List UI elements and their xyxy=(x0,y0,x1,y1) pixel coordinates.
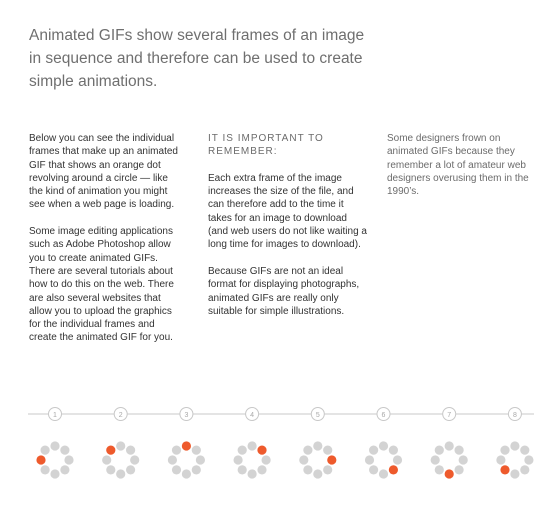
dot xyxy=(247,469,257,479)
paragraph: Below you can see the individual frames … xyxy=(29,133,178,211)
frame-number: 6 xyxy=(382,412,386,419)
dot xyxy=(430,455,440,465)
dot xyxy=(454,465,464,475)
dot xyxy=(237,445,247,455)
frame-dot-rings xyxy=(36,441,534,479)
paragraph: Because GIFs are not an ideal format for… xyxy=(208,265,360,317)
dot xyxy=(369,445,379,455)
active-dot xyxy=(181,441,191,451)
frame-ring xyxy=(496,441,534,479)
dot xyxy=(500,445,510,455)
dot xyxy=(171,465,182,475)
dot xyxy=(257,465,267,475)
dot xyxy=(261,455,271,465)
frame-number: 7 xyxy=(447,412,451,419)
frame-number: 2 xyxy=(119,412,123,419)
dot xyxy=(64,455,74,465)
animation-frames-strip: 1 2 3 4 5 6 7 8 xyxy=(28,407,534,479)
dot xyxy=(247,441,257,451)
dot xyxy=(444,441,454,451)
dot xyxy=(323,445,333,455)
column-1: Below you can see the individual frames … xyxy=(29,132,184,358)
dot xyxy=(520,465,530,475)
paragraph: Some image editing applications such as … xyxy=(29,226,174,344)
frame-number: 1 xyxy=(53,412,57,419)
dot xyxy=(60,445,70,455)
dot xyxy=(191,465,201,475)
dot xyxy=(378,441,389,451)
dot xyxy=(233,455,243,465)
dot xyxy=(116,441,126,451)
dot xyxy=(126,445,136,455)
dot xyxy=(510,469,520,479)
dot xyxy=(520,445,530,455)
dot xyxy=(303,445,313,455)
dot xyxy=(50,469,60,479)
dot xyxy=(454,445,464,455)
dot xyxy=(171,445,182,455)
frame-number: 5 xyxy=(316,412,320,419)
dot xyxy=(167,455,177,465)
dot xyxy=(181,469,191,479)
paragraph: Some designers frown on animated GIFs be… xyxy=(387,133,529,198)
dot xyxy=(392,455,403,465)
column-2: IT IS IMPORTANT TO REMEMBER: Each extra … xyxy=(208,132,368,331)
active-dot xyxy=(106,445,116,455)
active-dot xyxy=(500,465,510,475)
dot xyxy=(434,445,444,455)
frame-ring xyxy=(299,441,337,479)
frame-number: 8 xyxy=(513,412,517,419)
intro-heading: Animated GIFs show several frames of an … xyxy=(29,27,365,90)
dot xyxy=(323,465,333,475)
dot xyxy=(510,441,520,451)
dot xyxy=(496,455,506,465)
frame-ring xyxy=(233,441,271,479)
dot xyxy=(299,455,309,465)
frame-ring xyxy=(167,441,205,479)
frame-ring xyxy=(36,441,74,479)
dot xyxy=(50,441,60,451)
dot xyxy=(369,465,379,475)
dot xyxy=(388,445,398,455)
frame-number: 4 xyxy=(250,412,254,419)
paragraph: Each extra frame of the image increases … xyxy=(208,172,367,251)
column-heading: IT IS IMPORTANT TO REMEMBER: xyxy=(208,133,324,158)
dot xyxy=(378,469,389,479)
dot xyxy=(364,455,375,465)
dot xyxy=(191,445,201,455)
active-dot xyxy=(327,455,337,465)
frame-ring xyxy=(102,441,140,479)
dot xyxy=(130,455,140,465)
dot xyxy=(106,465,116,475)
frame-number: 3 xyxy=(184,412,188,419)
dot xyxy=(40,445,50,455)
dot xyxy=(116,469,126,479)
frame-ring xyxy=(430,441,468,479)
active-dot xyxy=(388,465,398,475)
dot xyxy=(458,455,468,465)
dot xyxy=(195,455,205,465)
dot xyxy=(102,455,112,465)
dot xyxy=(237,465,247,475)
active-dot xyxy=(257,445,267,455)
dot xyxy=(434,465,444,475)
dot xyxy=(313,469,323,479)
dot xyxy=(524,455,534,465)
dot xyxy=(40,465,50,475)
active-dot xyxy=(36,455,46,465)
dot xyxy=(303,465,313,475)
dot xyxy=(60,465,70,475)
dot xyxy=(313,441,323,451)
column-3: Some designers frown on animated GIFs be… xyxy=(387,132,535,212)
frame-ring xyxy=(364,441,403,479)
dot xyxy=(126,465,136,475)
active-dot xyxy=(444,469,454,479)
